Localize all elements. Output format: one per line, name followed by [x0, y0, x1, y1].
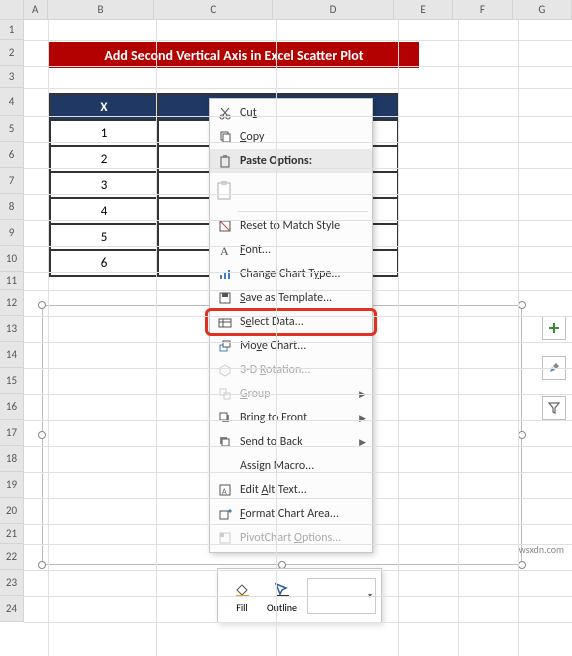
row-header-20[interactable]: 20	[0, 498, 24, 524]
menu-item-select-data[interactable]: Select Data...	[210, 310, 372, 334]
row-header-4[interactable]: 4	[0, 88, 24, 116]
menu-item-bring-to-front[interactable]: Bring to Front▶	[210, 406, 372, 430]
menu-item-format-chart-area[interactable]: Format Chart Area...	[210, 502, 372, 526]
row-header-8[interactable]: 8	[0, 194, 24, 220]
row-header-15[interactable]: 15	[0, 368, 24, 394]
menu-item-pivotchart-options: PivotChart Options...	[210, 526, 372, 550]
menu-label: Save as Template...	[240, 291, 366, 305]
cut-icon	[214, 104, 236, 122]
row-header-7[interactable]: 7	[0, 168, 24, 194]
plus-icon	[548, 322, 560, 334]
title-banner: Add Second Vertical Axis in Excel Scatte…	[49, 42, 419, 68]
submenu-arrow-icon: ▶	[359, 413, 366, 424]
row-header-2[interactable]: 2	[0, 40, 24, 66]
menu-label: 3-D Rotation...	[240, 363, 366, 377]
row-header-21[interactable]: 21	[0, 524, 24, 544]
row-header-10[interactable]: 10	[0, 246, 24, 272]
front-icon	[214, 409, 236, 427]
menu-item-move-chart[interactable]: Move Chart...	[210, 334, 372, 358]
row-header-5[interactable]: 5	[0, 116, 24, 142]
font-icon: A	[214, 241, 236, 259]
menu-item-d-rotation: 3-D Rotation...	[210, 358, 372, 382]
context-menu: Cut Copy Paste Options: Reset to Match Styl…	[209, 98, 373, 553]
row-header-11[interactable]: 11	[0, 272, 24, 290]
menu-item-cut[interactable]: Cut	[210, 101, 372, 125]
menu-label: Cut	[240, 106, 366, 120]
row-header-22[interactable]: 22	[0, 544, 24, 570]
format-icon	[214, 505, 236, 523]
row-header-13[interactable]: 13	[0, 316, 24, 342]
copy-icon	[214, 128, 236, 146]
col-header-D[interactable]: D	[273, 0, 394, 19]
menu-label: Edit Alt Text...	[240, 483, 366, 497]
menu-item-assign-macro[interactable]: Assign Macro...	[210, 454, 372, 478]
menu-label: Select Data...	[240, 315, 366, 329]
menu-label: Assign Macro...	[240, 459, 366, 473]
row-header-16[interactable]: 16	[0, 394, 24, 420]
chart-filters-button[interactable]	[542, 396, 566, 420]
fill-icon	[233, 577, 251, 601]
menu-label: Format Chart Area...	[240, 507, 366, 521]
col-header-E[interactable]: E	[394, 0, 453, 19]
chart-icon	[214, 265, 236, 283]
funnel-icon	[548, 402, 560, 414]
menu-item-paste-btn	[210, 173, 372, 209]
row-header-3[interactable]: 3	[0, 66, 24, 88]
menu-label: Change Chart Type...	[240, 267, 366, 281]
menu-item-change-chart-type[interactable]: Change Chart Type...	[210, 262, 372, 286]
col-header-F[interactable]: F	[453, 0, 512, 19]
menu-item-font[interactable]: AFont...	[210, 238, 372, 262]
row-header-24[interactable]: 24	[0, 596, 24, 622]
alt-icon: A	[214, 481, 236, 499]
row-header-17[interactable]: 17	[0, 420, 24, 446]
col-header-C[interactable]: C	[154, 0, 273, 19]
col-header-G[interactable]: G	[513, 0, 572, 19]
menu-label: Paste Options:	[240, 154, 366, 168]
back-icon	[214, 433, 236, 451]
menu-item-paste-options[interactable]: Paste Options:	[210, 149, 372, 173]
3d-icon	[214, 361, 236, 379]
row-header-18[interactable]: 18	[0, 446, 24, 472]
clipboard-icon	[214, 182, 236, 200]
row-header-1[interactable]: 1	[0, 20, 24, 40]
row-header-12[interactable]: 12	[0, 290, 24, 316]
svg-text:A: A	[222, 487, 227, 497]
menu-item-reset-to-match-style[interactable]: Reset to Match Style	[210, 214, 372, 238]
menu-item-copy[interactable]: Copy	[210, 125, 372, 149]
chart-elements-button[interactable]	[542, 316, 566, 340]
select-all-corner[interactable]	[0, 0, 24, 19]
save-icon	[214, 289, 236, 307]
menu-label: Reset to Match Style	[240, 219, 366, 233]
menu-item-send-to-back[interactable]: Send to Back▶	[210, 430, 372, 454]
menu-label: Bring to Front	[240, 411, 359, 425]
col-header-A[interactable]: A	[24, 0, 48, 19]
column-headers: ABCDEFG	[0, 0, 572, 20]
row-header-19[interactable]: 19	[0, 472, 24, 498]
row-header-6[interactable]: 6	[0, 142, 24, 168]
row-header-9[interactable]: 9	[0, 220, 24, 246]
menu-label: PivotChart Options...	[240, 531, 366, 545]
move-icon	[214, 337, 236, 355]
row-header-14[interactable]: 14	[0, 342, 24, 368]
row-header-23[interactable]: 23	[0, 570, 24, 596]
col-header-B[interactable]: B	[48, 0, 155, 19]
